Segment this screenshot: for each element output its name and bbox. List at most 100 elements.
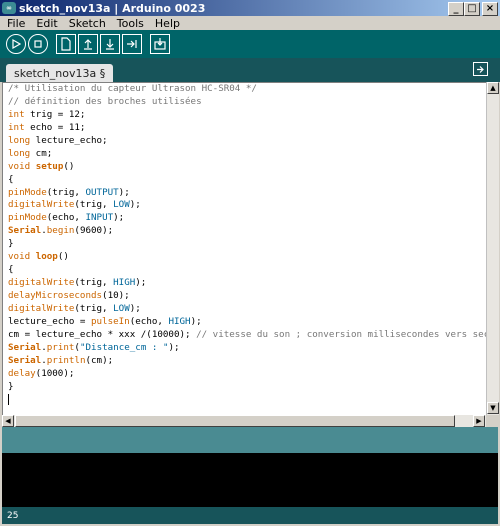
arduino-icon: ∞ <box>2 2 16 14</box>
code-line: Serial.begin(9600); <box>3 225 486 238</box>
code-line: { <box>3 174 486 187</box>
code-token: HIGH <box>168 315 191 327</box>
code-token: int <box>8 121 25 133</box>
code-token: delay <box>8 367 36 379</box>
code-token: println <box>46 354 86 366</box>
scroll-left-icon[interactable]: ◀ <box>2 415 14 427</box>
menu-sketch[interactable]: Sketch <box>64 17 112 30</box>
menu-tools[interactable]: Tools <box>112 17 150 30</box>
code-token: pinMode <box>8 186 47 198</box>
upload-button[interactable] <box>122 34 142 54</box>
code-token: (10); <box>102 290 130 301</box>
code-token: digitalWrite <box>8 277 75 289</box>
code-token: () <box>57 251 69 263</box>
code-line: void loop() <box>3 251 486 264</box>
code-token: Serial <box>8 225 42 237</box>
code-token: { <box>8 173 14 185</box>
scroll-right-icon[interactable]: ▶ <box>473 415 485 427</box>
code-token: ); <box>118 186 130 198</box>
verify-icon <box>12 39 21 49</box>
code-line: { <box>3 264 486 277</box>
code-line: digitalWrite(trig, HIGH); <box>3 277 486 290</box>
code-token: (trig, <box>74 199 114 211</box>
code-line: delay(1000); <box>3 368 486 381</box>
tab-bar: sketch_nov13a § <box>0 58 500 82</box>
code-token: print <box>46 341 75 353</box>
code-token: long <box>8 147 31 159</box>
code-token: ); <box>129 199 141 211</box>
code-line: digitalWrite(trig, LOW); <box>3 199 486 212</box>
code-token: (cm); <box>85 354 114 366</box>
code-line: long cm; <box>3 148 486 161</box>
code-token: void <box>8 160 31 172</box>
menu-help[interactable]: Help <box>150 17 186 30</box>
serial-monitor-button[interactable] <box>150 34 170 54</box>
serial-monitor-icon <box>154 38 166 50</box>
vertical-scrollbar[interactable]: ▲ ▼ <box>486 82 499 415</box>
code-token: "Distance_cm : " <box>79 341 169 353</box>
code-token: (1000); <box>35 367 75 379</box>
toolbar <box>0 30 500 58</box>
stop-icon <box>34 40 42 48</box>
horizontal-scrollbar[interactable]: ◀ ▶ <box>2 415 486 427</box>
code-line: Serial.println(cm); <box>3 355 486 368</box>
upload-icon <box>127 40 137 48</box>
save-icon <box>106 39 114 50</box>
code-token: begin <box>46 225 75 237</box>
code-token: INPUT <box>85 212 114 224</box>
code-token: pinMode <box>8 212 47 224</box>
verify-button[interactable] <box>6 34 26 54</box>
code-token: long <box>8 134 31 146</box>
close-button[interactable]: × <box>482 2 498 16</box>
window-title: sketch_nov13a | Arduino 0023 <box>19 1 206 15</box>
code-line: // définition des broches utilisées <box>3 96 486 109</box>
horizontal-scroll-thumb[interactable] <box>15 415 455 427</box>
code-line: pinMode(trig, OUTPUT); <box>3 187 486 200</box>
code-token: cm = lecture_echo * xxx /(10000); <box>8 328 197 340</box>
console-output[interactable] <box>2 453 498 507</box>
code-line: } <box>3 381 486 394</box>
menu-edit[interactable]: Edit <box>31 17 63 30</box>
tab-sketch[interactable]: sketch_nov13a § <box>6 64 114 82</box>
code-token: LOW <box>113 302 130 314</box>
code-line: void setup() <box>3 161 486 174</box>
new-button[interactable] <box>56 34 76 54</box>
code-token: (trig, <box>74 302 114 314</box>
line-number: 25 <box>7 510 19 521</box>
code-token: int <box>8 108 25 120</box>
code-token: digitalWrite <box>8 302 75 314</box>
menu-file[interactable]: File <box>2 17 31 30</box>
code-token: ); <box>168 341 180 353</box>
code-token: () <box>63 160 75 172</box>
stop-button[interactable] <box>28 34 48 54</box>
open-icon <box>84 39 92 50</box>
arrow-right-icon <box>477 65 484 73</box>
window-controls: _ □ × <box>448 2 498 16</box>
code-token: OUTPUT <box>85 186 119 198</box>
code-token: (echo, <box>129 315 169 327</box>
code-token: setup <box>35 160 64 172</box>
code-token: (9600); <box>74 225 114 237</box>
code-line: /* Utilisation du capteur Ultrason HC-SR… <box>3 83 486 96</box>
scroll-up-icon[interactable]: ▲ <box>487 82 499 94</box>
code-editor[interactable]: /* Utilisation du capteur Ultrason HC-SR… <box>2 82 486 415</box>
open-button[interactable] <box>78 34 98 54</box>
code-line: lecture_echo = pulseIn(echo, HIGH); <box>3 316 486 329</box>
code-token: // définition des broches utilisées <box>8 95 202 107</box>
code-token: } <box>8 238 14 250</box>
scroll-down-icon[interactable]: ▼ <box>487 402 499 414</box>
code-line: digitalWrite(trig, LOW); <box>3 303 486 316</box>
code-token: (trig, <box>74 277 114 289</box>
save-button[interactable] <box>100 34 120 54</box>
code-token: // vitesse du son ; conversion milliseco… <box>196 328 486 340</box>
minimize-button[interactable]: _ <box>448 2 464 16</box>
maximize-button[interactable]: □ <box>464 2 480 16</box>
code-token: pulseIn <box>90 315 130 327</box>
code-line: } <box>3 238 486 251</box>
code-token: trig = 12; <box>24 108 86 120</box>
tab-menu-button[interactable] <box>473 62 488 76</box>
code-token: echo = 11; <box>24 121 86 133</box>
code-line: pinMode(echo, INPUT); <box>3 212 486 225</box>
code-token: Serial <box>8 354 42 366</box>
code-line: int trig = 12; <box>3 109 486 122</box>
